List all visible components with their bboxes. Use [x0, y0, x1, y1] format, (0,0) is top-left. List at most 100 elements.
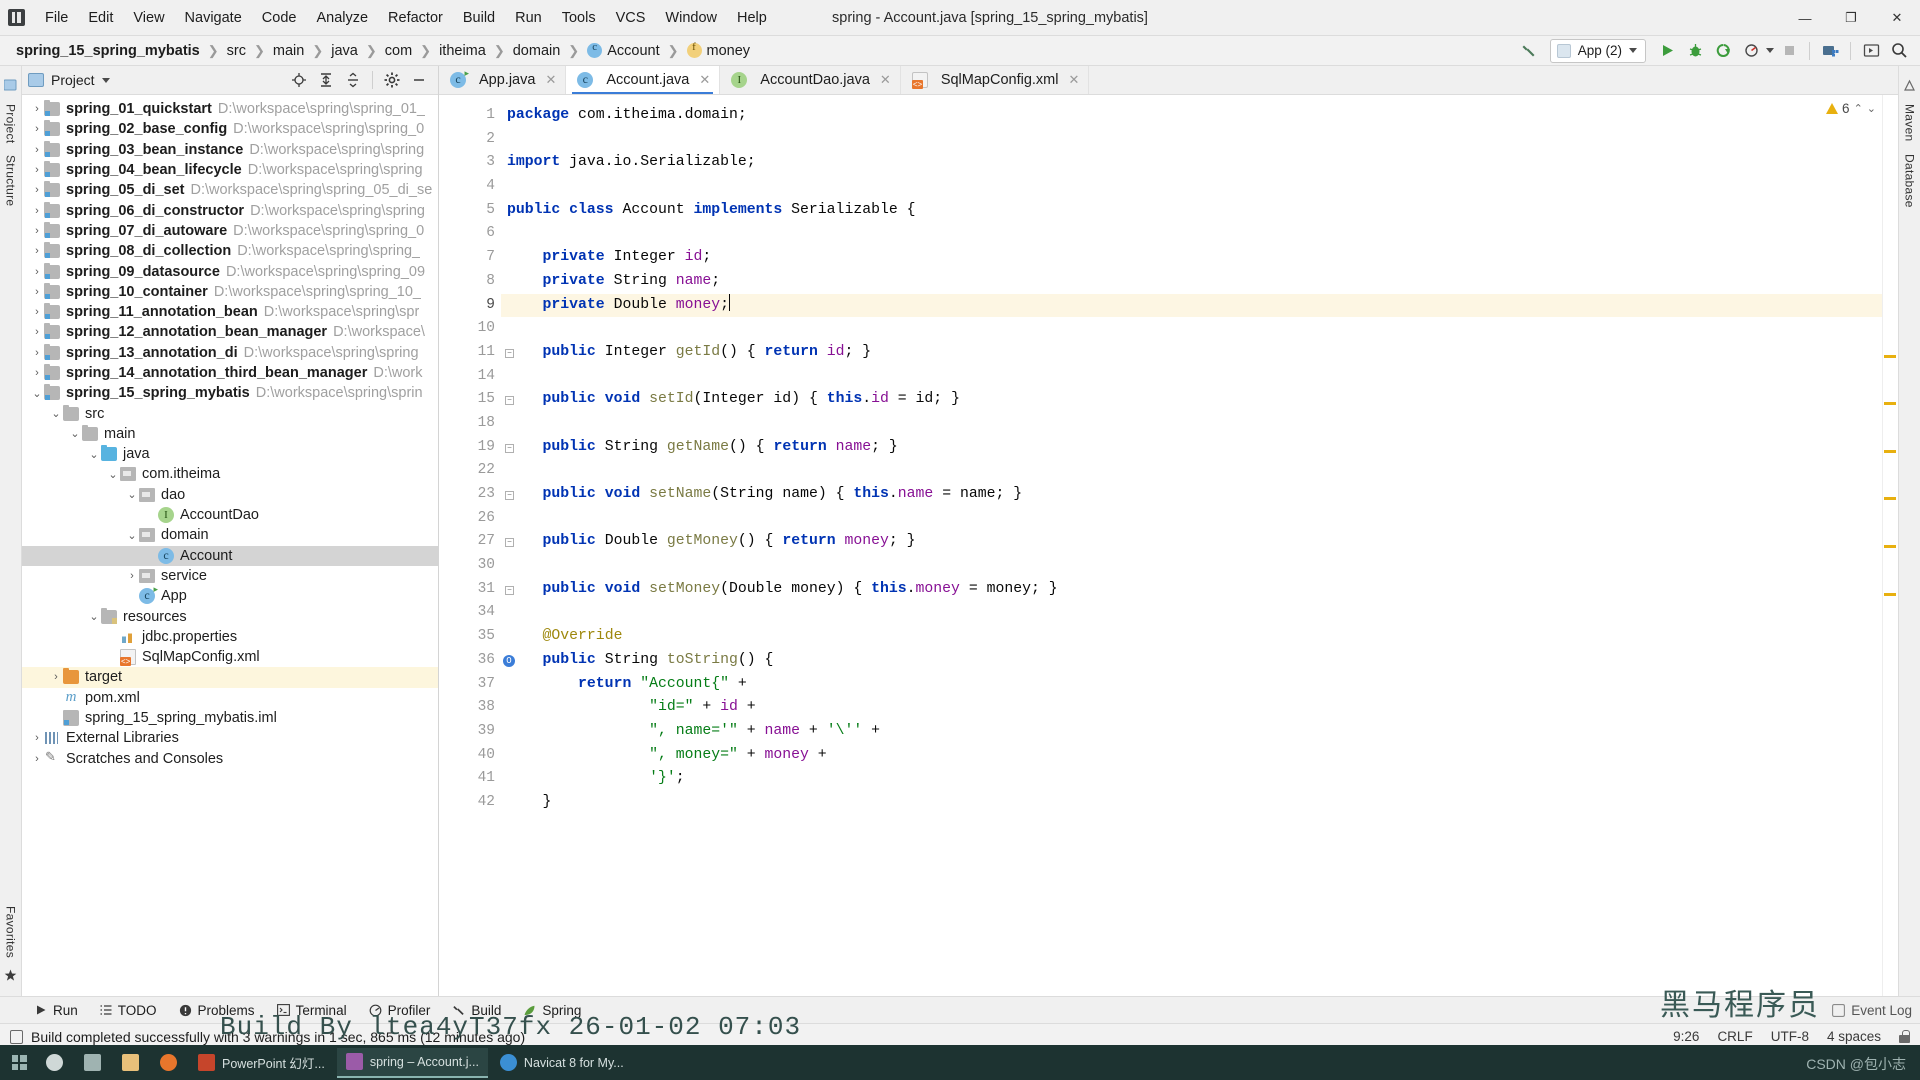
line-separator[interactable]: CRLF — [1717, 1029, 1752, 1044]
code-line[interactable]: private Integer id; — [501, 246, 1898, 270]
warning-marker[interactable] — [1884, 593, 1896, 596]
close-icon[interactable]: ✕ — [699, 72, 710, 88]
code-line[interactable]: import java.io.Serializable; — [501, 151, 1898, 175]
tree-node[interactable]: › spring_04_bean_lifecycle D:\workspace\sp… — [22, 160, 438, 180]
menu-item-edit[interactable]: Edit — [78, 7, 123, 29]
chevron-up-icon[interactable]: ⌃ — [1854, 102, 1863, 115]
taskbar-file-explorer-icon[interactable] — [113, 1048, 148, 1078]
tree-node[interactable]: ⌄ resources — [22, 606, 438, 626]
chevron-right-icon[interactable]: › — [30, 326, 44, 338]
chevron-down-icon[interactable]: ⌄ — [106, 468, 120, 481]
code-line[interactable]: "id=" + id + — [501, 696, 1898, 720]
tree-node[interactable]: › spring_15_spring_mybatis.iml — [22, 708, 438, 728]
code-line[interactable]: '}'; — [501, 767, 1898, 791]
vcs-icon[interactable] — [1817, 39, 1843, 63]
menu-item-build[interactable]: Build — [453, 7, 505, 29]
chevron-right-icon[interactable]: › — [30, 306, 44, 318]
tab-accountdao-java[interactable]: AccountDao.java ✕ — [720, 66, 901, 94]
code-line[interactable]: @Override — [501, 625, 1898, 649]
line-number[interactable]: 36 O — [439, 649, 515, 673]
chevron-down-icon[interactable]: ⌄ — [125, 488, 139, 501]
line-number[interactable]: 38 — [439, 696, 501, 720]
warning-marker[interactable] — [1884, 545, 1896, 548]
code-line[interactable]: public Integer getId() { return id; } — [501, 341, 1898, 365]
toolwindow-todo[interactable]: TODO — [89, 997, 168, 1024]
taskbar-powerpoint-item[interactable]: PowerPoint 幻灯... — [189, 1048, 334, 1078]
tree-node[interactable]: › jdbc.properties — [22, 627, 438, 647]
tree-node[interactable]: › spring_01_quickstart D:\workspace\spring… — [22, 99, 438, 119]
code-line[interactable]: public String getName() { return name; } — [501, 436, 1898, 460]
tree-node[interactable]: ⌄ com.itheima — [22, 464, 438, 484]
code-line[interactable]: public void setName(String name) { this.… — [501, 483, 1898, 507]
settings-gear-icon[interactable] — [379, 68, 405, 92]
code-line[interactable]: package com.itheima.domain; — [501, 104, 1898, 128]
warning-marker[interactable] — [1884, 497, 1896, 500]
hammer-icon[interactable] — [1516, 39, 1542, 63]
tree-node[interactable]: › spring_06_di_constructor D:\workspace\sp… — [22, 200, 438, 220]
read-only-lock-icon[interactable] — [1899, 1030, 1910, 1043]
tree-node[interactable]: › App — [22, 584, 438, 606]
rail-item-structure[interactable]: Structure — [4, 155, 18, 206]
code-line[interactable]: public class Account implements Serializ… — [501, 199, 1898, 223]
tree-node[interactable]: › spring_13_annotation_di D:\workspace\spr… — [22, 343, 438, 363]
tree-node[interactable]: ⌄ spring_15_spring_mybatis D:\workspace\sp… — [22, 383, 438, 403]
line-number[interactable]: 34 — [439, 601, 501, 625]
line-number[interactable]: 7 — [439, 246, 501, 270]
rail-item-favorites[interactable]: Favorites — [4, 906, 18, 958]
line-number[interactable]: 10 — [439, 317, 501, 341]
line-number[interactable]: 41 — [439, 767, 501, 791]
search-everywhere-icon[interactable] — [1886, 39, 1912, 63]
tree-node[interactable]: › SqlMapConfig.xml — [22, 647, 438, 667]
code-line[interactable] — [501, 128, 1898, 152]
locate-icon[interactable] — [286, 68, 312, 92]
code-line[interactable]: public void setMoney(Double money) { thi… — [501, 578, 1898, 602]
tree-node[interactable]: › Account — [22, 545, 438, 566]
menu-item-vcs[interactable]: VCS — [606, 7, 656, 29]
line-number[interactable]: 42 — [439, 791, 501, 815]
chevron-right-icon[interactable]: › — [125, 570, 139, 582]
breadcrumb-item-itheima[interactable]: itheima — [435, 41, 490, 61]
tree-node[interactable]: ⌄ java — [22, 444, 438, 464]
code-line[interactable]: public String toString() { — [501, 649, 1898, 673]
chevron-down-icon[interactable] — [1766, 48, 1774, 53]
line-number[interactable]: 37 — [439, 673, 501, 697]
line-number[interactable]: 4 — [439, 175, 501, 199]
project-tree[interactable]: › spring_01_quickstart D:\workspace\spring… — [22, 95, 438, 996]
line-number[interactable]: 2 — [439, 128, 501, 152]
menu-item-view[interactable]: View — [123, 7, 174, 29]
chevron-right-icon[interactable]: › — [30, 753, 44, 765]
toolwindow-profiler[interactable]: Profiler — [358, 997, 442, 1024]
line-number[interactable]: 11− — [439, 341, 514, 365]
warning-marker[interactable] — [1884, 355, 1896, 358]
code-line[interactable]: ", name='" + name + '\'' + — [501, 720, 1898, 744]
tab-app-java[interactable]: App.java ✕ — [439, 66, 567, 94]
breadcrumb-item-main[interactable]: main — [269, 41, 308, 61]
tree-node[interactable]: ⌄ domain — [22, 525, 438, 545]
taskbar-search-icon[interactable] — [37, 1048, 72, 1078]
inspection-marker-track[interactable] — [1882, 95, 1898, 996]
line-number[interactable]: 1 — [439, 104, 501, 128]
tree-node[interactable]: › Scratches and Consoles — [22, 749, 438, 769]
menu-item-code[interactable]: Code — [252, 7, 307, 29]
menu-item-analyze[interactable]: Analyze — [306, 7, 378, 29]
close-icon[interactable]: ✕ — [1068, 72, 1079, 88]
collapse-all-icon[interactable] — [340, 68, 366, 92]
minimize-button[interactable]: — — [1782, 0, 1828, 36]
line-number[interactable]: 39 — [439, 720, 501, 744]
chevron-right-icon[interactable]: › — [30, 347, 44, 359]
warning-marker[interactable] — [1884, 402, 1896, 405]
code-line[interactable]: private String name; — [501, 270, 1898, 294]
code-line[interactable]: public Double getMoney() { return money;… — [501, 530, 1898, 554]
line-number[interactable]: 15− — [439, 388, 514, 412]
code-editor[interactable]: 1 2 3 4 5 6 7 8 9 10 11−14 15−18 19−22 23−26 27−30 31−3… — [439, 95, 1898, 996]
indent-setting[interactable]: 4 spaces — [1827, 1029, 1881, 1044]
tree-node[interactable]: ⌄ main — [22, 424, 438, 444]
project-panel-title[interactable]: Project — [28, 72, 110, 88]
inspection-summary[interactable]: 6 ⌃ ⌄ — [1826, 101, 1876, 116]
close-icon[interactable]: ✕ — [880, 72, 891, 88]
rail-item-project[interactable]: Project — [4, 104, 18, 143]
run-with-coverage-icon[interactable] — [1710, 39, 1736, 63]
chevron-right-icon[interactable]: › — [30, 286, 44, 298]
tree-node[interactable]: › spring_09_datasource D:\workspace\spring… — [22, 261, 438, 281]
stop-icon[interactable] — [1776, 39, 1802, 63]
